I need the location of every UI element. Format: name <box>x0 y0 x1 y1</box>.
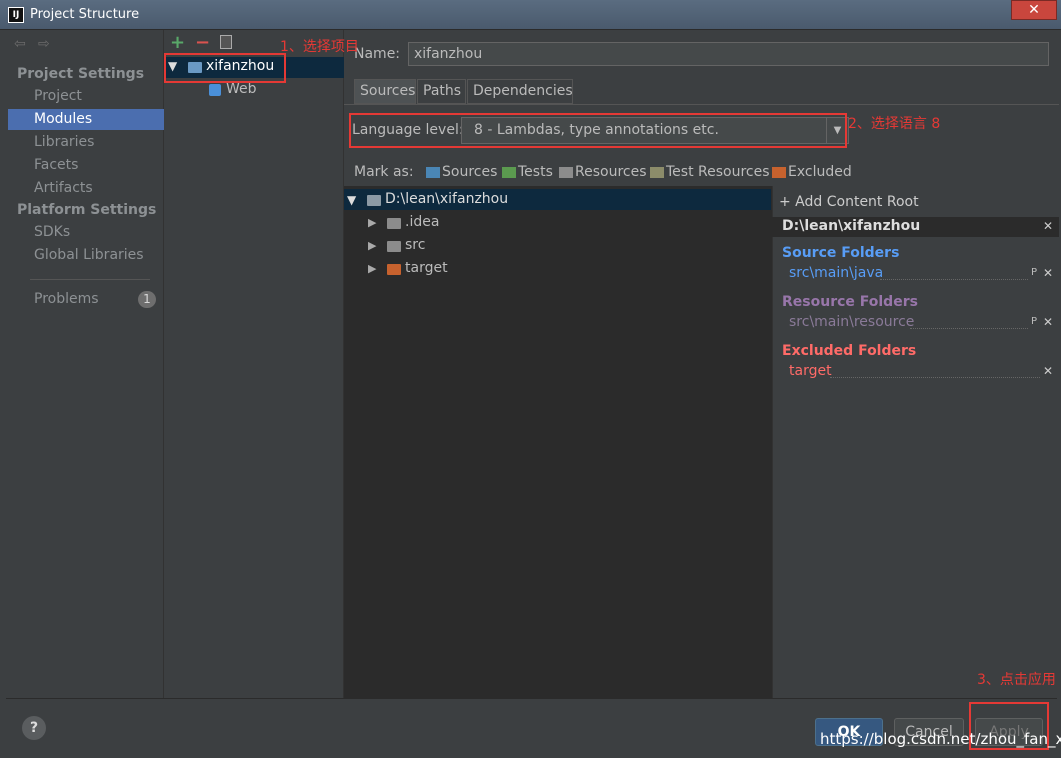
mark-as-test-resources-button[interactable]: Test Resources <box>666 164 770 180</box>
tab-divider <box>344 104 1059 105</box>
folder-icon <box>367 195 381 206</box>
sidebar-item-libraries[interactable]: Libraries <box>34 134 94 150</box>
add-content-root-button[interactable]: + Add Content Root <box>779 194 919 210</box>
settings-sidebar <box>6 30 164 698</box>
remove-module-icon[interactable]: − <box>195 32 210 53</box>
close-icon[interactable]: ✕ <box>1043 364 1053 378</box>
excluded-folder-icon <box>772 167 786 178</box>
watermark-text: https://blog.csdn.net/zhou_fan_xi <box>820 730 1061 748</box>
annotation-step3: 3、点击应用 <box>977 672 1056 688</box>
source-folder-item[interactable]: src\main\java <box>789 265 883 281</box>
name-label: Name: <box>354 46 401 62</box>
dotted-leader <box>830 377 1040 378</box>
properties-icon[interactable]: P <box>1031 267 1037 278</box>
dotted-leader <box>910 328 1028 329</box>
excluded-folder-icon <box>387 264 401 275</box>
properties-icon[interactable]: P <box>1031 316 1037 327</box>
annotation-box-language <box>349 113 847 148</box>
window-title: Project Structure <box>30 7 140 22</box>
collapse-arrow-icon[interactable]: ▶ <box>368 239 376 252</box>
tab-dependencies[interactable]: Dependencies <box>467 79 573 104</box>
mark-as-resources-button[interactable]: Resources <box>575 164 647 180</box>
sidebar-item-problems[interactable]: Problems <box>34 291 99 307</box>
sidebar-item-modules[interactable]: Modules <box>34 111 92 127</box>
annotation-box-module <box>164 53 286 83</box>
mark-as-sources-button[interactable]: Sources <box>442 164 497 180</box>
tab-paths[interactable]: Paths <box>417 79 466 104</box>
app-icon: IJ <box>8 7 24 23</box>
add-module-icon[interactable]: + <box>170 32 185 53</box>
dotted-leader <box>880 279 1028 280</box>
forward-arrow-icon[interactable]: ⇨ <box>38 36 50 52</box>
mark-as-excluded-button[interactable]: Excluded <box>788 164 852 180</box>
tree-item-idea[interactable]: .idea <box>405 214 439 230</box>
sources-folder-icon <box>426 167 440 178</box>
tree-item-root[interactable]: D:\lean\xifanzhou <box>385 191 508 207</box>
help-button[interactable]: ? <box>22 716 46 740</box>
modules-panel <box>164 30 344 698</box>
mark-as-label: Mark as: <box>354 164 414 180</box>
title-bar: IJ Project Structure ✕ <box>0 0 1061 30</box>
annotation-step2: 2、选择语言 8 <box>848 116 941 132</box>
test-resources-folder-icon <box>650 167 664 178</box>
platform-settings-header: Platform Settings <box>17 202 157 218</box>
annotation-step1: 1、选择项目 <box>280 39 359 55</box>
tab-sources[interactable]: Sources <box>354 79 416 104</box>
content-root-panel <box>772 186 1059 698</box>
sidebar-item-project[interactable]: Project <box>34 88 82 104</box>
resource-folders-header: Resource Folders <box>782 294 918 310</box>
collapse-arrow-icon[interactable]: ▶ <box>368 262 376 275</box>
content-root-path: D:\lean\xifanzhou <box>782 218 921 234</box>
module-name-field[interactable]: xifanzhou <box>408 42 1049 66</box>
source-folders-header: Source Folders <box>782 245 900 261</box>
module-tree-item-web[interactable]: Web <box>226 81 257 97</box>
copy-module-icon[interactable] <box>220 35 232 49</box>
folder-icon <box>387 241 401 252</box>
sidebar-item-sdks[interactable]: SDKs <box>34 224 70 240</box>
web-facet-icon <box>209 84 221 96</box>
tests-folder-icon <box>502 167 516 178</box>
resources-folder-icon <box>559 167 573 178</box>
close-icon[interactable]: ✕ <box>1043 315 1053 329</box>
tree-item-target[interactable]: target <box>405 260 448 276</box>
close-window-button[interactable]: ✕ <box>1011 0 1057 20</box>
project-settings-header: Project Settings <box>17 66 145 82</box>
resource-folder-item[interactable]: src\main\resource <box>789 314 914 330</box>
tree-item-src[interactable]: src <box>405 237 425 253</box>
sidebar-item-global-libraries[interactable]: Global Libraries <box>34 247 144 263</box>
close-icon[interactable]: ✕ <box>1043 266 1053 280</box>
sidebar-divider <box>30 279 150 280</box>
excluded-folders-header: Excluded Folders <box>782 343 917 359</box>
mark-as-tests-button[interactable]: Tests <box>518 164 553 180</box>
problems-count-badge: 1 <box>138 291 156 308</box>
close-icon[interactable]: ✕ <box>1043 219 1053 233</box>
collapse-arrow-icon[interactable]: ▶ <box>368 216 376 229</box>
sidebar-item-facets[interactable]: Facets <box>34 157 78 173</box>
excluded-folder-item[interactable]: target <box>789 363 832 379</box>
back-arrow-icon[interactable]: ⇦ <box>14 36 26 52</box>
sidebar-item-artifacts[interactable]: Artifacts <box>34 180 93 196</box>
folder-icon <box>387 218 401 229</box>
expand-arrow-icon[interactable]: ▼ <box>347 193 356 207</box>
